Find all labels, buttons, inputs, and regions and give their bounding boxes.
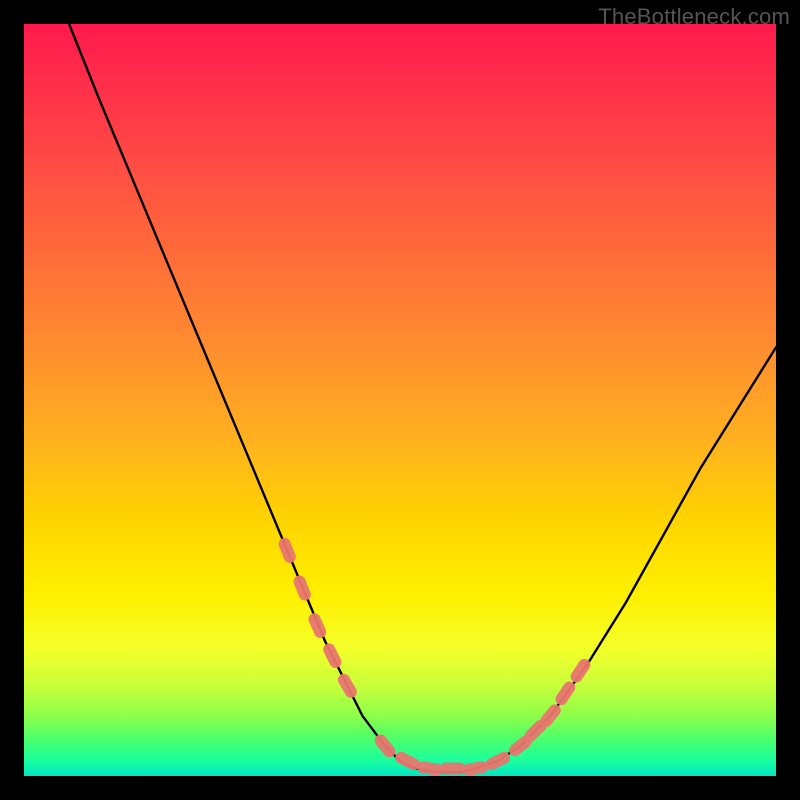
marker-pill xyxy=(440,763,466,775)
curve-layer xyxy=(24,24,776,776)
plot-area xyxy=(24,24,776,776)
marker-pill xyxy=(307,611,329,640)
watermark-text: TheBottleneck.com xyxy=(598,4,790,30)
marker-pill xyxy=(321,641,343,670)
marker-pill xyxy=(461,760,489,776)
chart-frame: TheBottleneck.com xyxy=(0,0,800,800)
marker-pill xyxy=(336,672,359,701)
marker-group xyxy=(277,536,593,776)
marker-pill xyxy=(277,536,298,565)
bottleneck-curve xyxy=(69,24,776,772)
marker-pill xyxy=(292,574,313,603)
